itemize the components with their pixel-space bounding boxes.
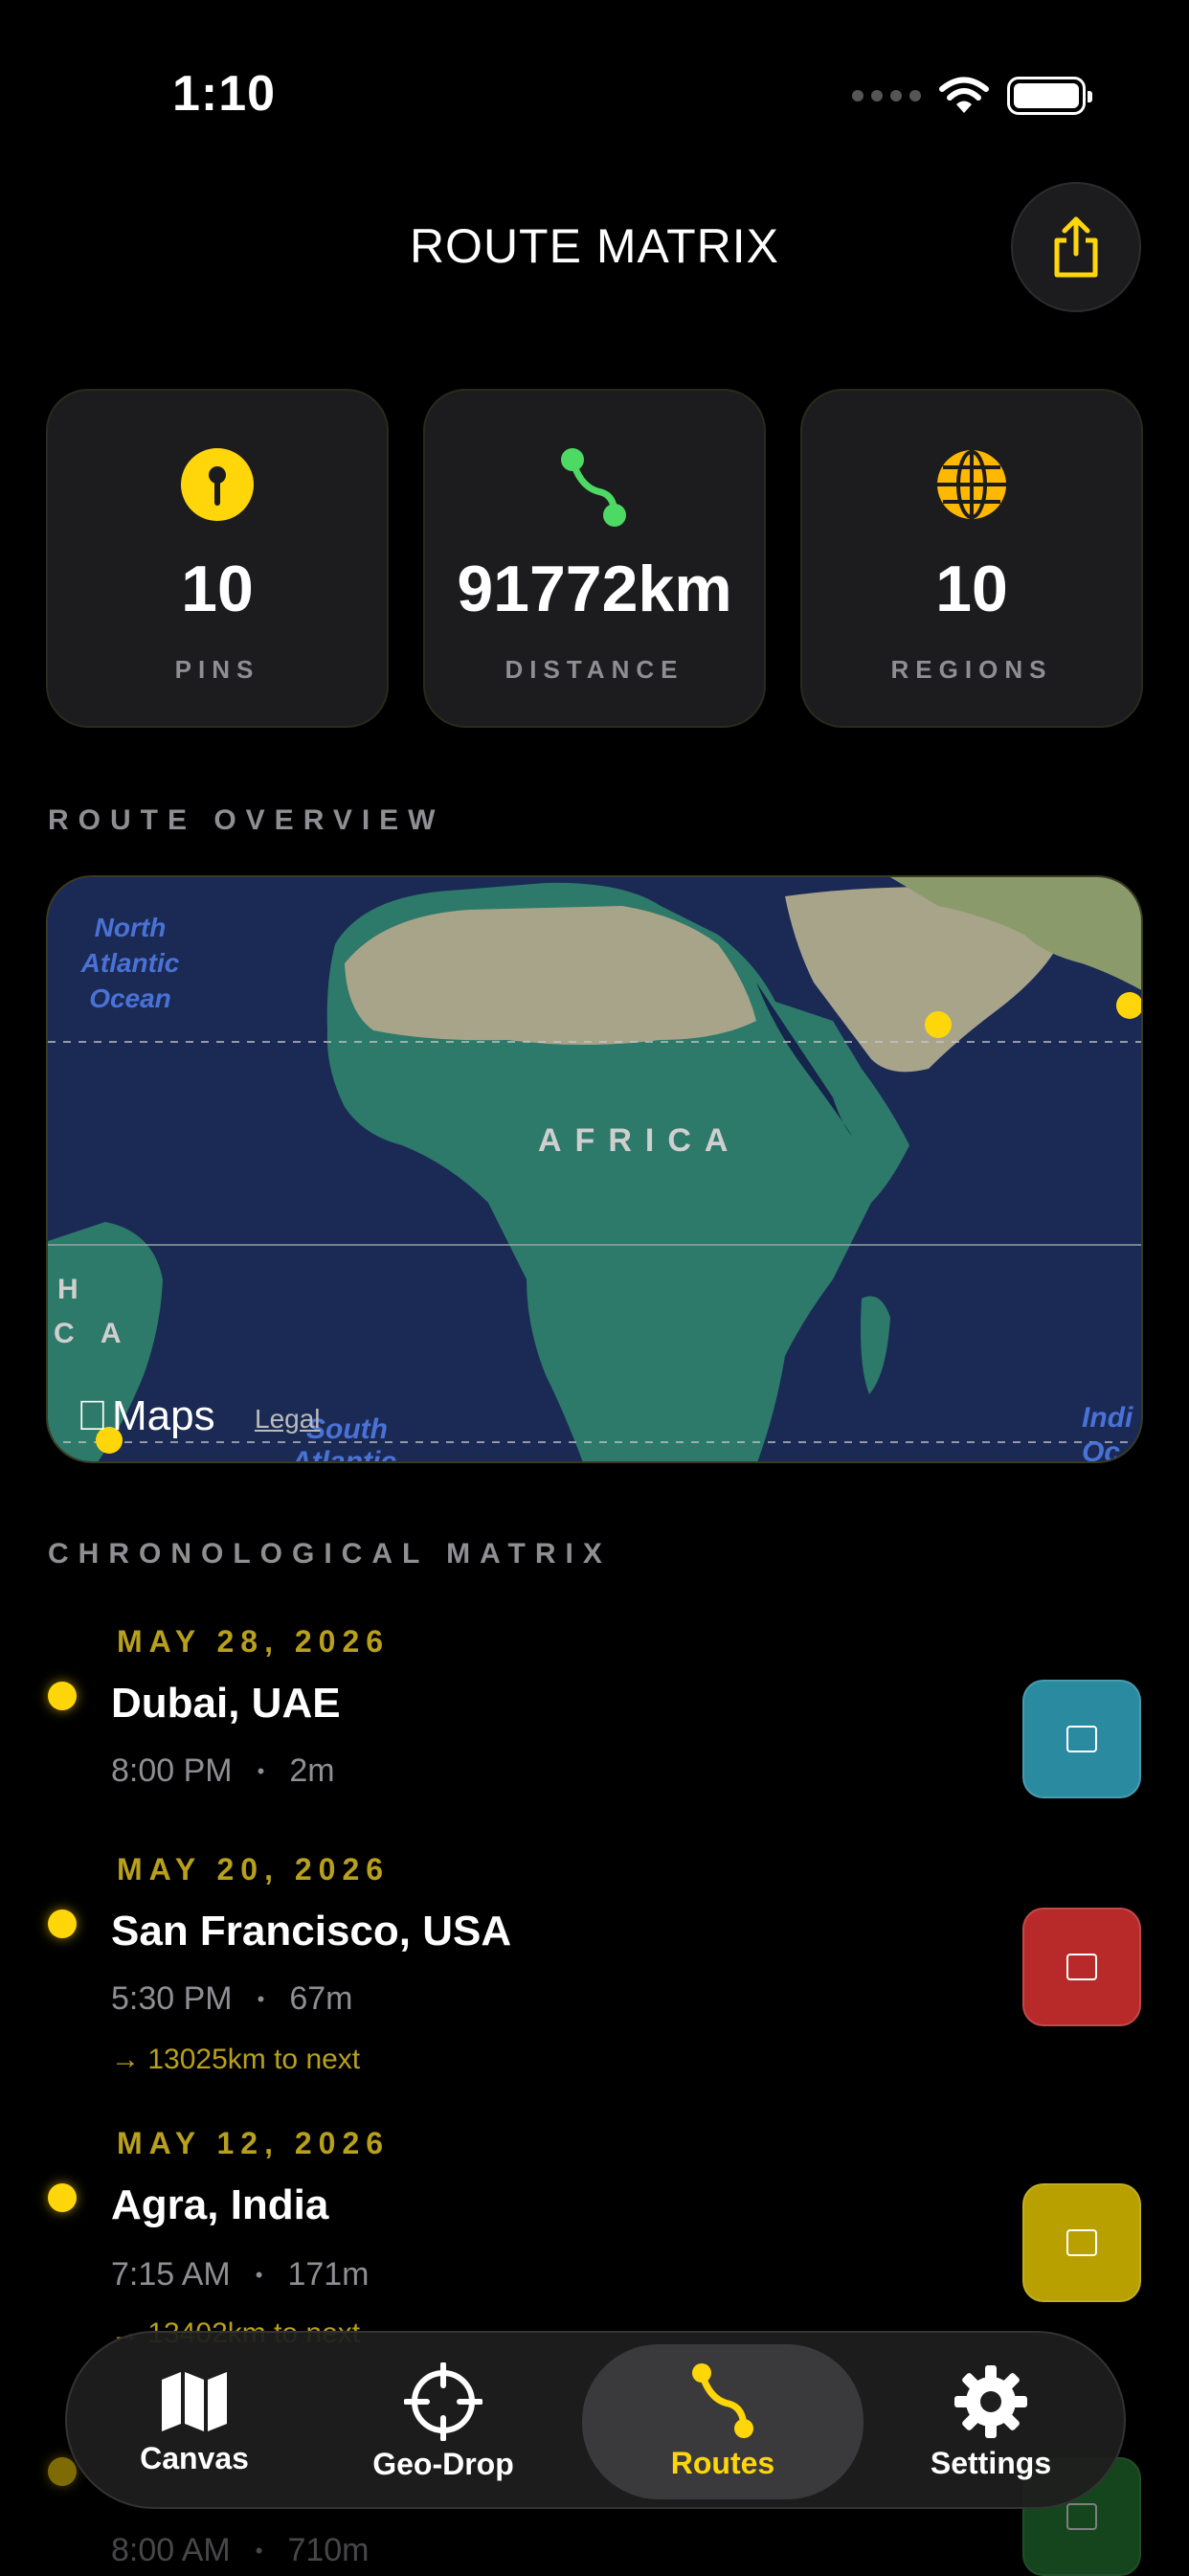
photo-icon [1066, 2229, 1097, 2256]
entry-meta: 5:30 PM • 67m [111, 1980, 353, 2017]
stat-card-pins: 10 PINS [46, 389, 389, 728]
maps-logo:  Maps [77, 1392, 215, 1440]
wifi-icon [939, 77, 989, 113]
gear-icon [954, 2364, 1027, 2438]
stat-label: PINS [174, 655, 260, 684]
map-label-edge: C A [54, 1318, 131, 1349]
apple-icon:  [77, 1392, 108, 1440]
stat-card-regions: 10 REGIONS [800, 389, 1143, 728]
status-indicators [852, 75, 1092, 117]
entry-date: MAY 12, 2026 [117, 2126, 391, 2160]
entry-city: San Francisco, USA [111, 1908, 512, 1955]
entry-time: 5:30 PM [111, 1980, 233, 2017]
share-icon [1054, 216, 1098, 278]
map-label-south-atlantic: Atlantic [291, 1446, 397, 1463]
timeline-dot [48, 2457, 77, 2486]
timeline-dot [48, 1682, 77, 1710]
tab-label: Canvas [140, 2440, 249, 2475]
section-title-route-overview: ROUTE OVERVIEW [48, 804, 445, 836]
map-pin[interactable] [1116, 992, 1143, 1019]
entry-next-distance: → 13025km to next [111, 2044, 361, 2075]
entry-meta: 7:15 AM • 171m [111, 2256, 370, 2293]
entry-duration: 710m [287, 2532, 370, 2568]
globe-icon [937, 450, 1006, 519]
entry-city: Agra, India [111, 2181, 329, 2228]
tab-bar: Canvas Geo-Drop Routes Settings [65, 2331, 1126, 2509]
route-icon [692, 2362, 753, 2438]
tab-routes[interactable]: Routes [582, 2344, 864, 2499]
timeline-dot [48, 2183, 77, 2212]
entry-thumbnail[interactable] [1022, 1908, 1141, 2026]
timeline-dot [48, 1909, 77, 1938]
tab-label: Routes [670, 2445, 775, 2480]
signal-dots-icon [852, 90, 921, 102]
section-title-chronological: CHRONOLOGICAL MATRIX [48, 1538, 612, 1570]
entry-city: Dubai, UAE [111, 1680, 341, 1727]
stat-value: 91772km [457, 553, 732, 625]
status-time: 1:10 [172, 66, 277, 122]
entry-date: MAY 28, 2026 [117, 1624, 391, 1659]
photo-icon [1066, 1726, 1097, 1752]
legal-link[interactable]: Legal [255, 1404, 321, 1435]
tab-label: Settings [930, 2445, 1052, 2480]
map-label-indian-ocean: Oc [1082, 1436, 1121, 1463]
map-label-indian: Indi [1082, 1402, 1133, 1434]
pin-icon [181, 448, 254, 521]
entry-thumbnail[interactable] [1022, 1680, 1141, 1798]
entry-thumbnail[interactable] [1022, 2183, 1141, 2302]
route-map[interactable]: North Atlantic Ocean AFRICA H C A South … [46, 875, 1143, 1463]
tab-label: Geo-Drop [372, 2446, 514, 2481]
map-pin[interactable] [925, 1011, 952, 1038]
photo-icon [1066, 1954, 1097, 1980]
entry-meta: 8:00 PM • 2m [111, 1752, 335, 1789]
route-icon [561, 448, 626, 527]
map-icon [162, 2371, 227, 2431]
share-button[interactable] [1011, 182, 1141, 312]
map-label-ocean: North Atlantic Ocean [80, 913, 180, 1013]
entry-meta: 8:00 AM • 710m [111, 2532, 370, 2568]
tab-canvas[interactable]: Canvas [94, 2344, 295, 2499]
map-label-edge: H [57, 1274, 79, 1305]
map-image [48, 877, 1143, 1461]
stat-label: DISTANCE [505, 655, 684, 684]
crosshair-icon [404, 2361, 482, 2441]
entry-date: MAY 20, 2026 [117, 1852, 391, 1887]
stat-value: 10 [181, 553, 254, 625]
stat-label: REGIONS [890, 655, 1053, 684]
entry-duration: 171m [287, 2256, 370, 2293]
entry-time: 7:15 AM [111, 2256, 231, 2293]
map-label-continent: AFRICA [538, 1122, 742, 1159]
entry-duration: 67m [289, 1980, 353, 2017]
tab-geo-drop[interactable]: Geo-Drop [343, 2344, 544, 2499]
tab-settings[interactable]: Settings [881, 2344, 1101, 2499]
entry-time: 8:00 AM [111, 2532, 231, 2568]
entry-duration: 2m [289, 1752, 335, 1789]
stat-value: 10 [935, 553, 1008, 625]
stat-card-distance: 91772km DISTANCE [423, 389, 766, 728]
photo-icon [1066, 2503, 1097, 2530]
battery-icon [1007, 77, 1092, 115]
entry-time: 8:00 PM [111, 1752, 233, 1789]
